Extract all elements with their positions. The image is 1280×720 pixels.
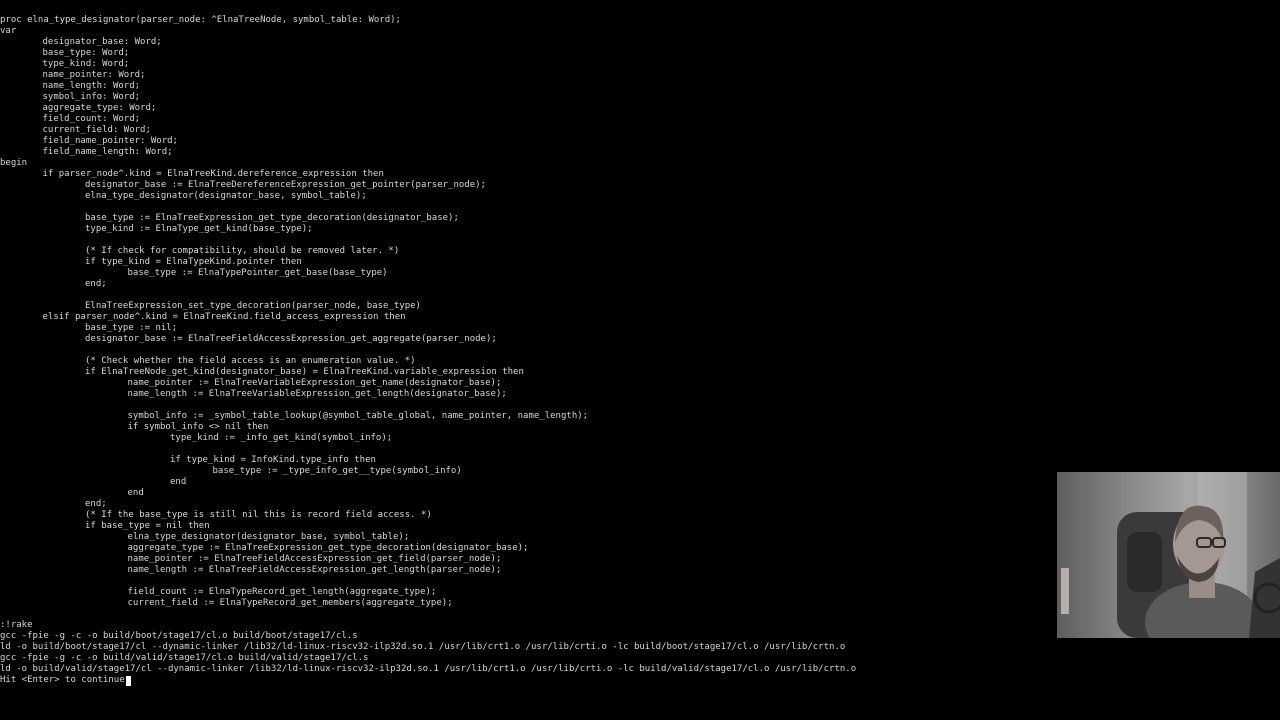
code-line: if base_type = nil then (85, 521, 210, 531)
code-line: (* Check whether the field access is an … (85, 356, 416, 366)
code-line: designator_base: Word; (42, 37, 162, 47)
code-line: symbol_info := _symbol_table_lookup(@sym… (127, 411, 589, 421)
text-cursor (126, 676, 131, 686)
code-line: if parser_node^.kind = ElnaTreeKind.dere… (42, 169, 384, 179)
code-line: elsif parser_node^.kind = ElnaTreeKind.f… (42, 312, 406, 322)
webcam-person-image (1057, 472, 1280, 638)
code-line: if symbol_info <> nil then (127, 422, 269, 432)
code-line: name_length: Word; (42, 81, 141, 91)
code-line: base_type := ElnaTreeExpression_get_type… (85, 213, 459, 223)
code-line: name_pointer := ElnaTreeFieldAccessExpre… (127, 554, 502, 564)
output-line: ld -o build/boot/stage17/cl --dynamic-li… (0, 642, 846, 652)
code-line: begin (0, 158, 28, 168)
code-line: designator_base := ElnaTreeFieldAccessEx… (85, 334, 497, 344)
code-line: type_kind := ElnaType_get_kind(base_type… (85, 224, 313, 234)
code-line: var (0, 26, 17, 36)
code-line: name_length := ElnaTreeFieldAccessExpres… (127, 565, 502, 575)
code-line: elna_type_designator(designator_base, sy… (85, 191, 367, 201)
code-line: proc elna_type_designator(parser_node: ^… (0, 15, 401, 25)
code-line: (* If check for compatibility, should be… (85, 246, 400, 256)
code-line: if ElnaTreeNode_get_kind(designator_base… (85, 367, 524, 377)
code-line: end; (85, 499, 107, 509)
code-line: field_count := ElnaTypeRecord_get_length… (127, 587, 437, 597)
code-line: base_type := _type_info_get__type(symbol… (212, 466, 462, 476)
code-line: field_name_pointer: Word; (42, 136, 178, 146)
code-line: designator_base := ElnaTreeDereferenceEx… (85, 180, 486, 190)
code-line: if type_kind = ElnaTypeKind.pointer then (85, 257, 302, 267)
output-line: gcc -fpie -g -c -o build/boot/stage17/cl… (0, 631, 358, 641)
code-line: name_length := ElnaTreeVariableExpressio… (127, 389, 507, 399)
code-line: symbol_info: Word; (42, 92, 141, 102)
code-line: base_type := nil; (85, 323, 178, 333)
code-line: name_pointer := ElnaTreeVariableExpressi… (127, 378, 502, 388)
code-line: end (170, 477, 187, 487)
code-line: current_field: Word; (42, 125, 151, 135)
code-line: aggregate_type := ElnaTreeExpression_get… (127, 543, 529, 553)
webcam-overlay (1057, 472, 1280, 638)
code-line: elna_type_designator(designator_base, sy… (127, 532, 410, 542)
output-line: gcc -fpie -g -c -o build/valid/stage17/c… (0, 653, 369, 663)
code-line: current_field := ElnaTypeRecord_get_memb… (127, 598, 453, 608)
code-line: base_type := ElnaTypePointer_get_base(ba… (127, 268, 388, 278)
code-line: field_name_length: Word; (42, 147, 173, 157)
code-line: aggregate_type: Word; (42, 103, 157, 113)
output-line: Hit <Enter> to continue (0, 675, 125, 685)
output-line: ld -o build/valid/stage17/cl --dynamic-l… (0, 664, 857, 674)
output-line: :!rake (0, 620, 33, 630)
code-line: field_count: Word; (42, 114, 141, 124)
code-line: type_kind: Word; (42, 59, 130, 69)
code-line: end; (85, 279, 107, 289)
code-line: if type_kind = InfoKind.type_info then (170, 455, 376, 465)
code-line: type_kind := _info_get_kind(symbol_info)… (170, 433, 393, 443)
code-line: (* If the base_type is still nil this is… (85, 510, 432, 520)
code-line: name_pointer: Word; (42, 70, 146, 80)
code-line: end (127, 488, 144, 498)
code-line: base_type: Word; (42, 48, 130, 58)
code-line: ElnaTreeExpression_set_type_decoration(p… (85, 301, 421, 311)
